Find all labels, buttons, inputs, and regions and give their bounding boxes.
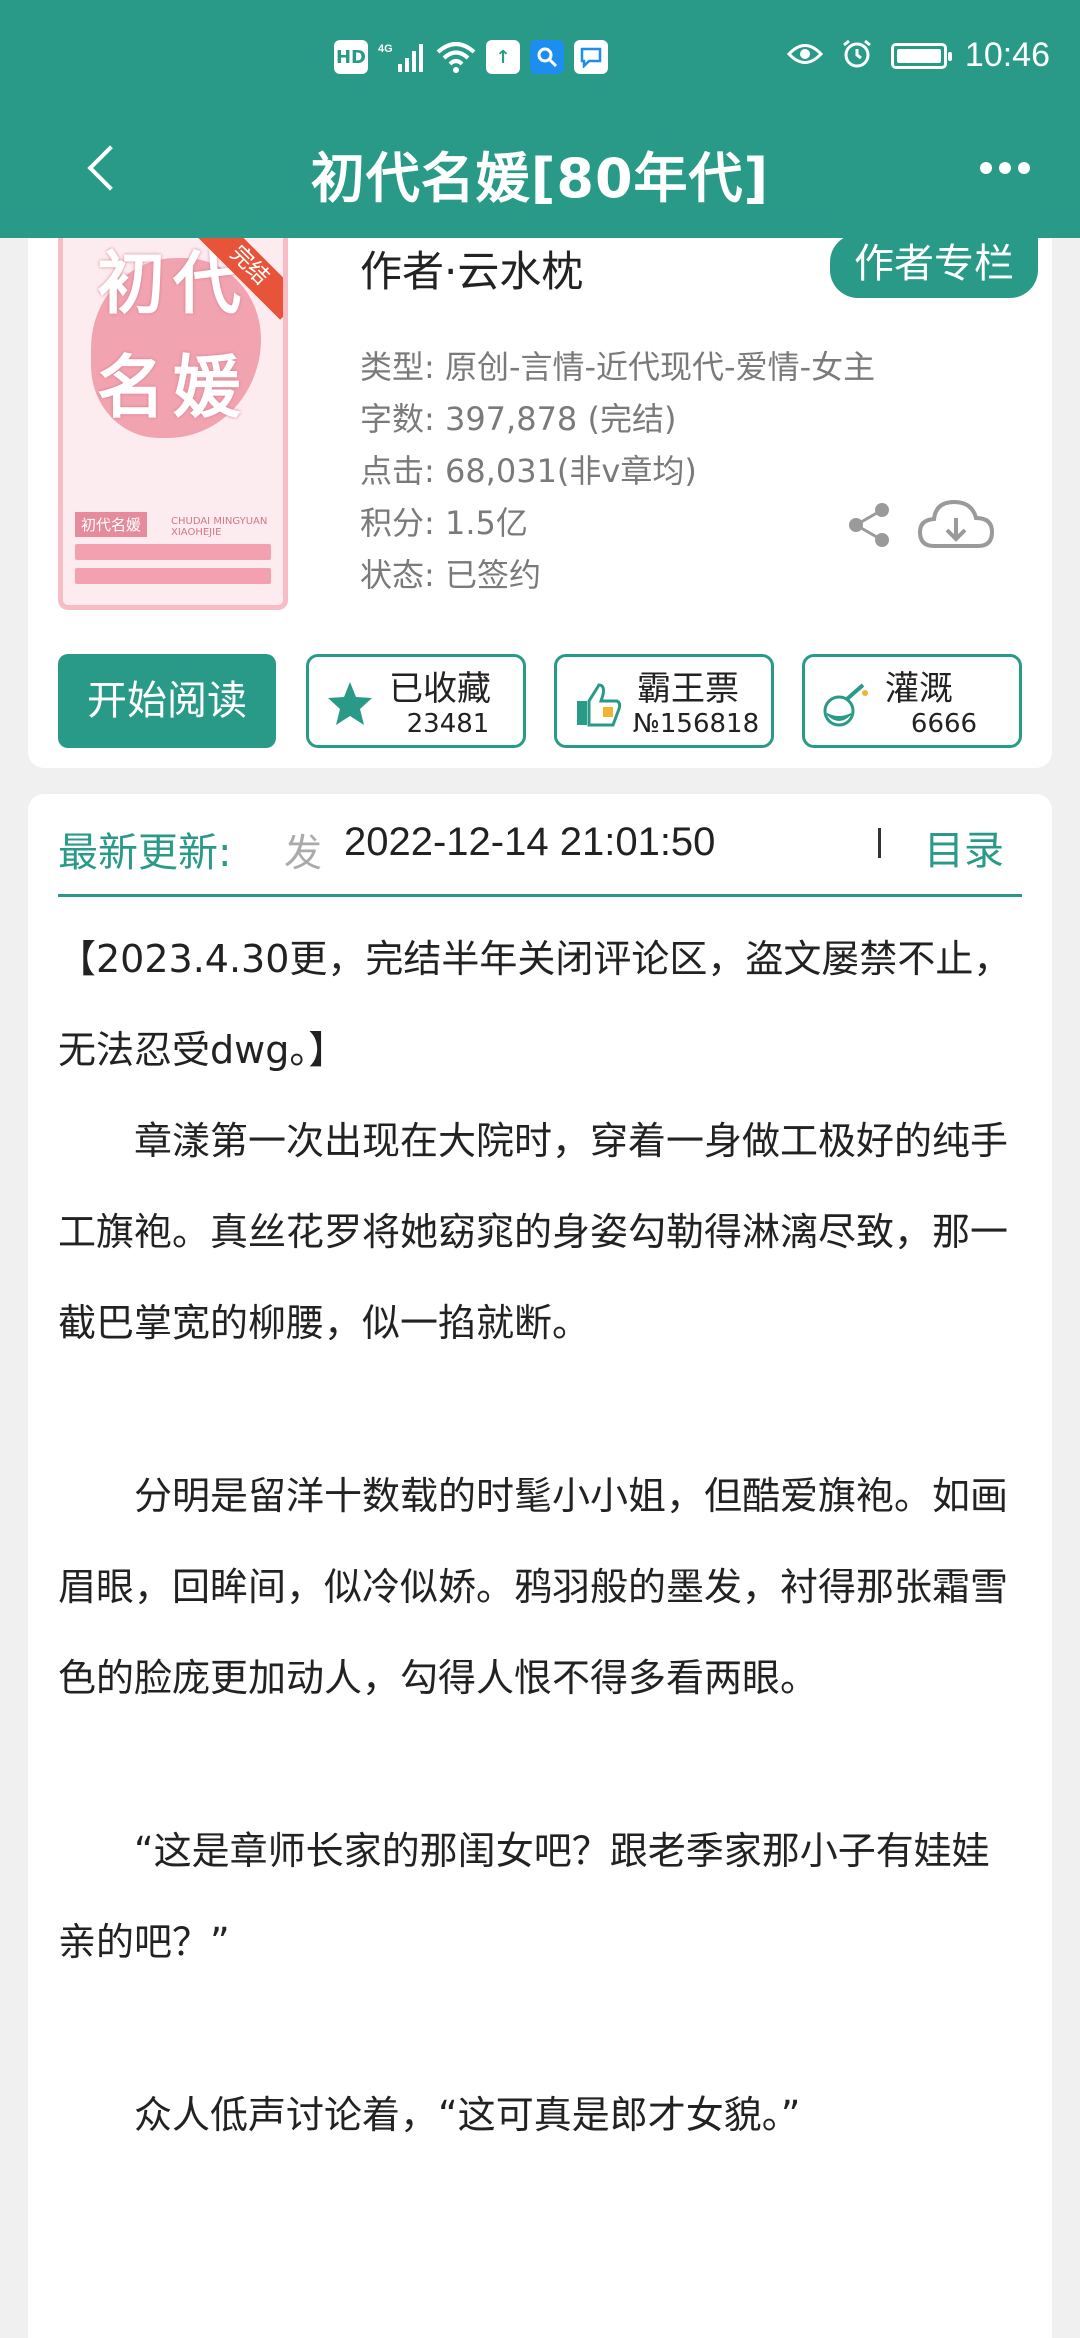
catalog-link[interactable]: 目录 <box>924 818 1004 876</box>
battery-icon <box>890 42 952 69</box>
water-label: 灌溉 <box>885 669 953 709</box>
book-score: 积分: 1.5亿 <box>360 504 528 542</box>
collect-button[interactable]: 已收藏 23481 <box>306 654 526 748</box>
cover-subtitle-en: CHUDAI MINGYUAN XIAOHEJIE <box>171 516 268 538</box>
divider-line <box>58 894 1022 897</box>
book-clicks: 点击: 68,031(非v章均) <box>360 452 697 490</box>
water-button[interactable]: 灌溉 6666 <box>802 654 1022 748</box>
vote-count: №156818 <box>632 709 760 739</box>
wifi-icon <box>436 40 476 74</box>
intro-paragraph: 章漾第一次出现在大院时，穿着一身做工极好的纯手工旗袍。真丝花罗将她窈窕的身姿勾勒… <box>58 1119 1009 1345</box>
intro-paragraph: 【2023.4.30更，完结半年关闭评论区，盗文屡禁不止，无法忍受dwg。】 <box>58 937 1012 1072</box>
book-word-count: 字数: 397,878 (完结) <box>360 400 677 438</box>
star-icon <box>325 679 375 729</box>
hd-icon: HD <box>334 40 368 74</box>
intro-paragraph: “这是章师长家的那闺女吧？跟老季家那小子有娃娃亲的吧？” <box>58 1829 990 1964</box>
upload-icon: ↑ <box>486 40 520 74</box>
more-icon[interactable] <box>980 162 1030 174</box>
chat-app-icon <box>574 40 608 74</box>
collect-label: 已收藏 <box>389 669 491 709</box>
download-icon[interactable] <box>916 494 996 558</box>
thumbs-up-icon <box>573 679 623 729</box>
collect-count: 23481 <box>406 709 490 739</box>
status-icons-right: 10:46 <box>786 36 1050 75</box>
eye-icon <box>786 41 823 71</box>
cover-subtitle: 初代名媛 <box>75 512 148 537</box>
book-info-card: 初代名媛 完结 初代名媛 CHUDAI MINGYUAN XIAOHEJIE 作… <box>28 234 1052 768</box>
share-icon[interactable] <box>846 500 894 550</box>
cover-band <box>75 544 271 560</box>
status-bar: HD 4G ↑ 10:46 <box>0 0 1080 120</box>
book-type: 类型: 原创-言情-近代现代-爱情-女主 <box>360 348 876 386</box>
book-intro: 【2023.4.30更，完结半年关闭评论区，盗文屡禁不止，无法忍受dwg。】 章… <box>58 914 1022 2161</box>
signal-icon: 4G <box>378 40 426 74</box>
status-icons-left: HD 4G ↑ <box>334 40 608 74</box>
book-cover[interactable]: 初代名媛 完结 初代名媛 CHUDAI MINGYUAN XIAOHEJIE <box>58 238 288 610</box>
page-title: 初代名媛[80年代] <box>310 147 770 210</box>
nav-bar: 初代名媛[80年代] <box>0 120 1080 238</box>
latest-update-time[interactable]: 2022-12-14 21:01:50 <box>344 820 715 865</box>
author-column-button[interactable]: 作者专栏 <box>830 234 1038 298</box>
vote-label: 霸王票 <box>637 669 739 709</box>
intro-paragraph: 众人低声讨论着，“这可真是郎才女貌。” <box>134 2093 801 2137</box>
status-time: 10:46 <box>964 36 1050 74</box>
divider <box>878 828 881 858</box>
alarm-icon <box>841 38 873 74</box>
content-card: 最新更新: 发 2022-12-14 21:01:50 目录 【2023.4.3… <box>28 794 1052 2338</box>
search-app-icon <box>530 40 564 74</box>
watering-flask-icon <box>821 679 871 729</box>
book-status: 状态: 已签约 <box>360 556 541 594</box>
water-count: 6666 <box>910 709 978 739</box>
intro-paragraph: 分明是留洋十数载的时髦小小姐，但酷爱旗袍。如画眉眼，回眸间，似冷似娇。鸦羽般的墨… <box>58 1474 1009 1700</box>
vote-button[interactable]: 霸王票 №156818 <box>554 654 774 748</box>
latest-update-marquee: 发 <box>284 831 323 875</box>
start-reading-button[interactable]: 开始阅读 <box>58 654 276 748</box>
cover-band <box>75 568 271 584</box>
author-name[interactable]: 作者·云水枕 <box>360 238 583 299</box>
latest-update-label: 最新更新: <box>58 830 232 876</box>
top-bar: HD 4G ↑ 10:46 初代名媛[80年代] <box>0 0 1080 238</box>
svg-text:4G: 4G <box>378 43 393 55</box>
